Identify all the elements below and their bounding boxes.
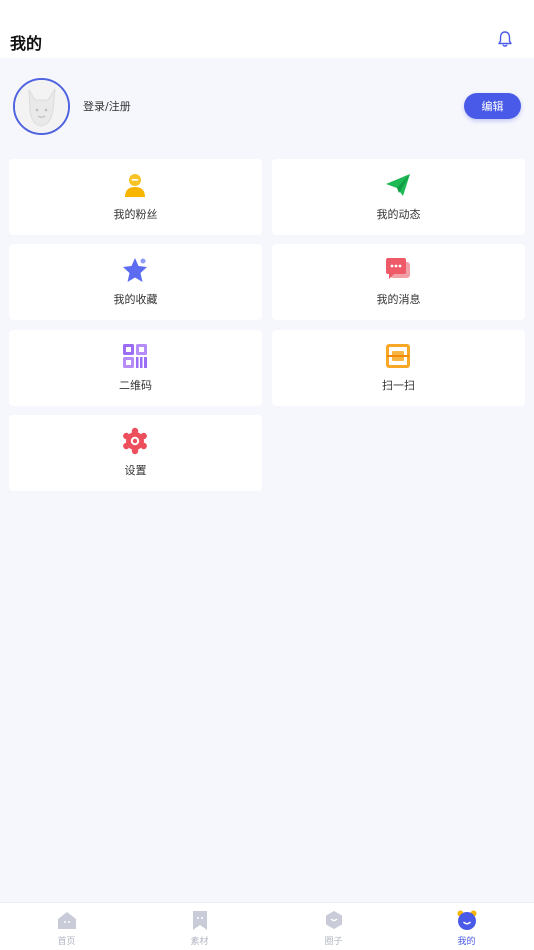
menu-item-label: 我的消息 [376, 293, 421, 306]
menu-item-label: 我的粉丝 [113, 208, 158, 221]
tab-label: 素材 [190, 937, 209, 947]
bell-icon[interactable] [495, 29, 515, 49]
circle-icon [326, 911, 342, 929]
paper-plane-icon [386, 174, 410, 196]
menu-item-scan[interactable]: 扫一扫 [272, 330, 525, 406]
tab-label: 圈子 [324, 937, 343, 947]
tab-home[interactable]: 首页 [0, 903, 133, 950]
mine-page: 我的 登录/注册 编辑 我的粉丝 我的动态 我的收藏 我的消息 二维码 扫一扫 … [0, 0, 534, 950]
tab-material[interactable]: 素材 [133, 903, 266, 950]
menu-item-posts[interactable]: 我的动态 [272, 159, 525, 235]
menu-item-label: 二维码 [119, 379, 152, 392]
material-icon [193, 911, 207, 930]
qrcode-icon [123, 344, 147, 368]
fans-icon [125, 174, 145, 197]
edit-button[interactable]: 编辑 [464, 93, 521, 119]
top-bar: 我的 [0, 0, 534, 58]
menu-item-favorites[interactable]: 我的收藏 [9, 244, 262, 320]
profile-section: 登录/注册 编辑 [0, 58, 534, 150]
star-icon [123, 258, 147, 282]
login-register-link[interactable]: 登录/注册 [83, 98, 131, 114]
avatar[interactable] [13, 78, 70, 135]
menu-item-messages[interactable]: 我的消息 [272, 244, 525, 320]
menu-item-settings[interactable]: 设置 [9, 415, 262, 491]
home-icon [58, 912, 76, 929]
menu-item-label: 扫一扫 [382, 379, 415, 392]
menu-item-fans[interactable]: 我的粉丝 [9, 159, 262, 235]
tab-circle[interactable]: 圈子 [267, 903, 400, 950]
scan-icon [386, 344, 410, 368]
page-title: 我的 [10, 34, 43, 53]
bottom-tab-bar: 首页 素材 圈子 我的 [0, 902, 534, 950]
tab-label: 我的 [457, 937, 476, 947]
message-icon [386, 258, 410, 279]
gear-icon [123, 427, 147, 455]
default-avatar-icon [15, 80, 68, 133]
menu-item-label: 我的收藏 [113, 293, 158, 306]
menu-item-qrcode[interactable]: 二维码 [9, 330, 262, 406]
menu-item-label: 设置 [124, 464, 147, 477]
menu-item-label: 我的动态 [376, 208, 421, 221]
tab-mine[interactable]: 我的 [400, 903, 533, 950]
tab-label: 首页 [57, 937, 76, 947]
mine-icon [457, 910, 477, 930]
